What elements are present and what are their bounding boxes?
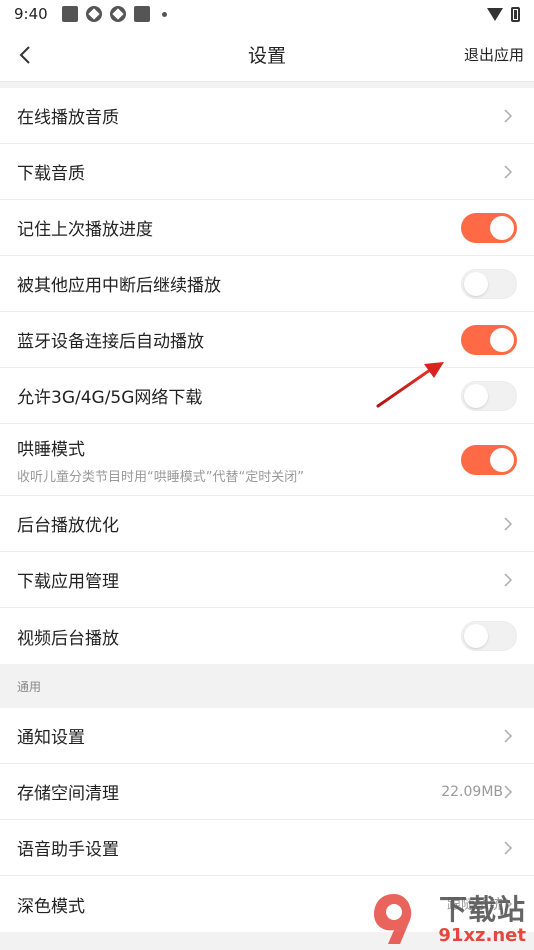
setting-label: 语音助手设置 bbox=[17, 840, 119, 860]
watermark-text: 下载站 bbox=[438, 893, 526, 926]
chevron-right-icon bbox=[504, 728, 513, 743]
sleep-mode-toggle[interactable] bbox=[461, 444, 517, 475]
setting-label: 下载音质 bbox=[17, 164, 85, 184]
setting-label: 视频后台播放 bbox=[17, 628, 119, 649]
setting-download-quality[interactable]: 下载音质 bbox=[0, 144, 534, 200]
title-bar: 设置 退出应用 bbox=[0, 28, 534, 82]
chevron-right-icon bbox=[504, 164, 513, 179]
setting-background-optimize[interactable]: 后台播放优化 bbox=[0, 496, 534, 552]
setting-storage-clean[interactable]: 存储空间清理 22.09MB bbox=[0, 764, 534, 820]
resume-after-interrupt-toggle[interactable] bbox=[461, 268, 517, 299]
setting-label: 在线播放音质 bbox=[17, 108, 119, 128]
setting-label: 被其他应用中断后继续播放 bbox=[17, 276, 221, 296]
battery-icon bbox=[511, 6, 520, 22]
mobile-data-download-toggle[interactable] bbox=[461, 380, 517, 411]
notification-icon bbox=[61, 6, 78, 22]
wifi-icon bbox=[487, 7, 503, 21]
chevron-right-icon bbox=[504, 516, 513, 531]
setting-label: 存储空间清理 bbox=[17, 784, 119, 804]
watermark-url: 91xz.net bbox=[438, 925, 526, 946]
setting-label: 允许3G/4G/5G网络下载 bbox=[17, 388, 203, 408]
video-background-toggle[interactable] bbox=[461, 621, 517, 651]
setting-description: 收听儿童分类节目时用“哄睡模式”代替“定时关闭” bbox=[17, 469, 304, 485]
setting-mobile-data-download: 允许3G/4G/5G网络下载 bbox=[0, 368, 534, 424]
storage-size-value: 22.09MB bbox=[441, 783, 503, 800]
chevron-right-icon bbox=[504, 784, 513, 799]
chevron-right-icon bbox=[504, 840, 513, 855]
page-title: 设置 bbox=[247, 45, 286, 67]
back-arrow-icon[interactable] bbox=[16, 45, 36, 65]
status-bar: 9:40 bbox=[0, 0, 534, 28]
setting-voice-assistant[interactable]: 语音助手设置 bbox=[0, 820, 534, 876]
setting-bluetooth-autoplay: 蓝牙设备连接后自动播放 bbox=[0, 312, 534, 368]
setting-notifications[interactable]: 通知设置 bbox=[0, 708, 534, 764]
chevron-right-icon bbox=[504, 572, 513, 587]
app-notification-icon bbox=[85, 6, 102, 22]
setting-remember-progress: 记住上次播放进度 bbox=[0, 200, 534, 256]
app-notification-icon bbox=[109, 6, 126, 22]
section-header-general: 通用 bbox=[0, 664, 534, 708]
setting-label: 通知设置 bbox=[17, 728, 85, 748]
notification-icon bbox=[133, 6, 150, 22]
setting-resume-after-interrupt: 被其他应用中断后继续播放 bbox=[0, 256, 534, 312]
bluetooth-autoplay-toggle[interactable] bbox=[461, 324, 517, 355]
setting-label: 下载应用管理 bbox=[17, 572, 119, 592]
watermark-logo-icon bbox=[374, 894, 412, 944]
site-watermark: 下载站 91xz.net bbox=[362, 886, 532, 950]
chevron-right-icon bbox=[504, 108, 513, 123]
setting-download-app-manage[interactable]: 下载应用管理 bbox=[0, 552, 534, 608]
status-time: 9:40 bbox=[14, 5, 48, 23]
more-notifications-icon bbox=[161, 11, 167, 17]
setting-sleep-mode: 哄睡模式 收听儿童分类节目时用“哄睡模式”代替“定时关闭” bbox=[0, 424, 534, 496]
remember-progress-toggle[interactable] bbox=[461, 212, 517, 243]
setting-label: 蓝牙设备连接后自动播放 bbox=[17, 332, 204, 352]
playback-settings-list: 在线播放音质 下载音质 记住上次播放进度 被其他应用中断后继续播放 蓝牙设备连接… bbox=[0, 88, 534, 664]
exit-app-button[interactable]: 退出应用 bbox=[464, 44, 524, 65]
setting-label: 哄睡模式 bbox=[17, 439, 85, 460]
setting-online-quality[interactable]: 在线播放音质 bbox=[0, 88, 534, 144]
setting-video-background: 视频后台播放 bbox=[0, 608, 534, 664]
setting-label: 后台播放优化 bbox=[17, 516, 119, 536]
setting-label: 记住上次播放进度 bbox=[17, 220, 153, 240]
